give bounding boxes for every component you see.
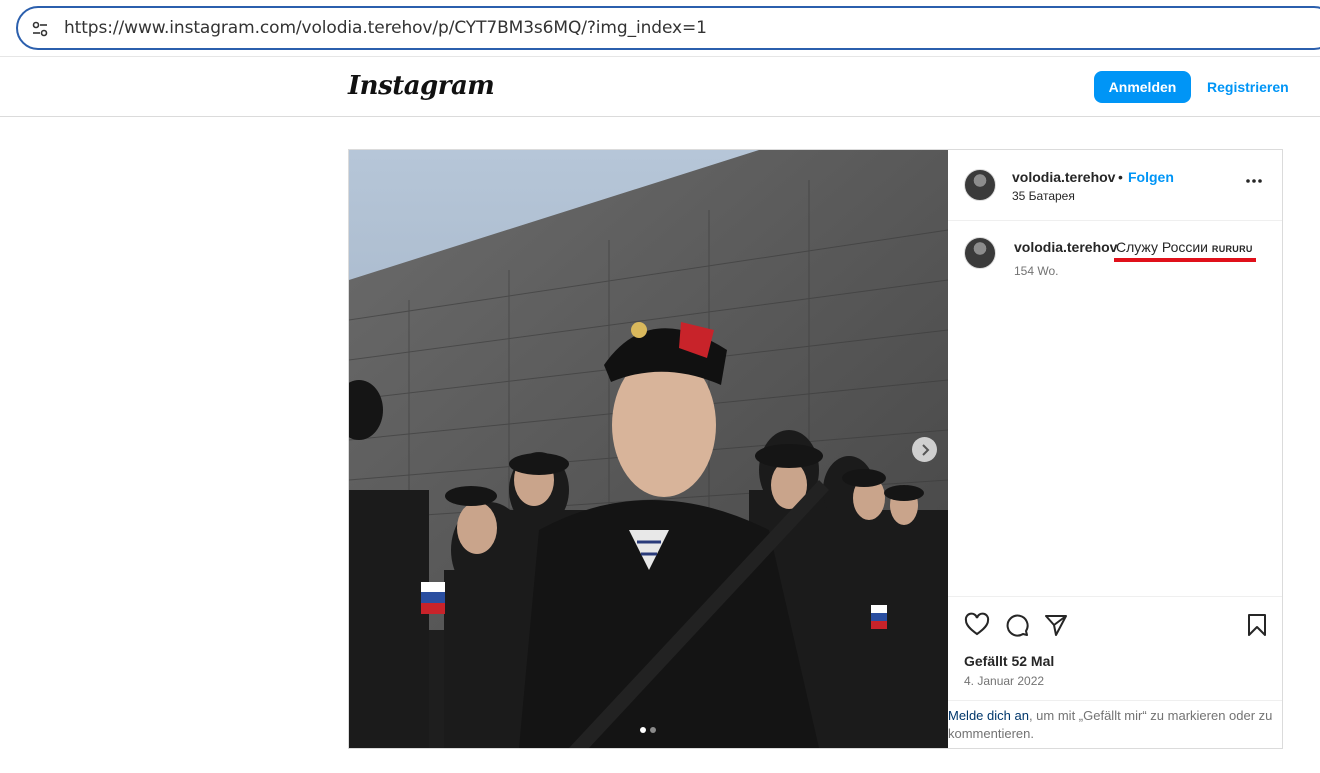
avatar[interactable]: [964, 169, 996, 201]
comment-icon[interactable]: [1004, 612, 1030, 638]
login-prompt: Melde dich an, um mit „Gefällt mir“ zu m…: [948, 700, 1282, 748]
bookmark-icon[interactable]: [1244, 612, 1270, 638]
carousel-dot: [650, 727, 656, 733]
instagram-header: Instagram Anmelden Registrieren: [0, 57, 1320, 117]
instagram-logo[interactable]: Instagram: [348, 71, 495, 101]
login-button[interactable]: Anmelden: [1094, 71, 1191, 103]
login-link[interactable]: Melde dich an: [948, 708, 1029, 723]
post-date: 4. Januar 2022: [964, 674, 1045, 688]
separator-dot: •: [1118, 169, 1123, 185]
url-text[interactable]: https://www.instagram.com/volodia.tereho…: [64, 18, 707, 38]
post-card: volodia.terehov • Folgen 35 Батарея volo…: [348, 149, 1283, 749]
next-image-button[interactable]: [912, 437, 937, 462]
post-image[interactable]: [349, 150, 948, 748]
post-photo: [349, 150, 948, 748]
address-bar[interactable]: https://www.instagram.com/volodia.tereho…: [16, 6, 1320, 50]
caption-text: Служу России RURURU: [1116, 239, 1253, 255]
follow-button[interactable]: Folgen: [1128, 169, 1174, 185]
caption-main: Служу России: [1116, 239, 1212, 255]
caption-username[interactable]: volodia.terehov: [1014, 239, 1117, 255]
more-options-icon[interactable]: [1245, 178, 1263, 184]
likes-count[interactable]: Gefällt 52 Mal: [964, 653, 1054, 669]
post-actions: Gefällt 52 Mal 4. Januar 2022: [948, 596, 1282, 700]
carousel-indicator: [640, 727, 656, 733]
post-header: volodia.terehov • Folgen 35 Батарея: [948, 150, 1282, 221]
post-location[interactable]: 35 Батарея: [1012, 189, 1075, 203]
caption-flags: RURURU: [1211, 244, 1253, 254]
post-username[interactable]: volodia.terehov: [1012, 169, 1115, 185]
heart-icon[interactable]: [964, 612, 990, 638]
register-link[interactable]: Registrieren: [1207, 79, 1289, 95]
site-settings-icon[interactable]: [30, 19, 50, 39]
caption-time: 154 Wo.: [1014, 264, 1059, 278]
share-icon[interactable]: [1043, 612, 1069, 638]
browser-toolbar: https://www.instagram.com/volodia.tereho…: [0, 0, 1320, 57]
next-arrow-icon: [921, 443, 929, 456]
carousel-dot-active: [640, 727, 646, 733]
caption-avatar[interactable]: [964, 237, 996, 269]
post-sidebar: volodia.terehov • Folgen 35 Батарея volo…: [948, 150, 1282, 748]
annotation-underline: [1114, 258, 1256, 262]
